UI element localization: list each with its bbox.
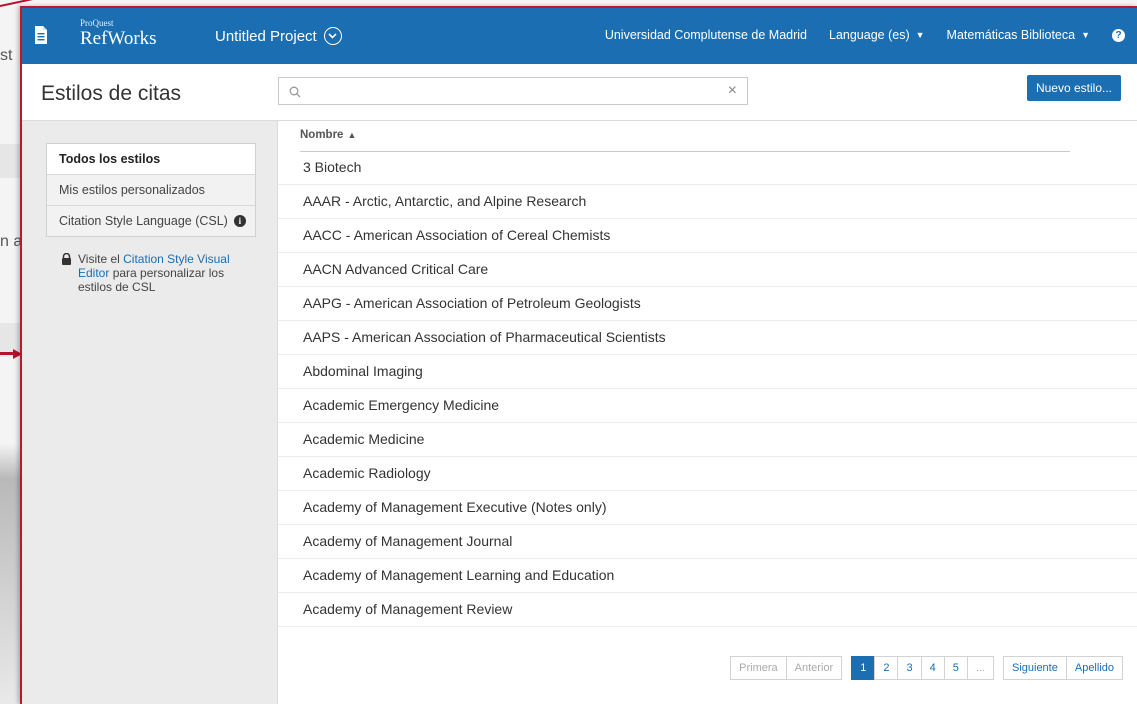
language-label: Language (es) xyxy=(829,28,910,42)
help-icon[interactable]: ? xyxy=(1112,28,1125,42)
logo-refworks: RefWorks xyxy=(80,28,157,49)
annotation-arrow-icon xyxy=(0,349,22,359)
refworks-logo[interactable]: ProQuest RefWorks xyxy=(80,18,157,49)
list-item[interactable]: AACN Advanced Critical Care xyxy=(278,253,1137,287)
new-style-button[interactable]: Nuevo estilo... xyxy=(1026,75,1121,101)
search-input[interactable] xyxy=(309,81,713,103)
list-item[interactable]: AACC - American Association of Cereal Ch… xyxy=(278,219,1137,253)
project-name: Untitled Project xyxy=(215,27,317,45)
list-item[interactable]: Academic Emergency Medicine xyxy=(278,389,1137,423)
chevron-down-circle-icon[interactable] xyxy=(323,27,342,45)
top-right-menu: Universidad Complutense de Madrid Langua… xyxy=(583,28,1125,42)
next-page-button[interactable]: Siguiente xyxy=(1002,656,1067,680)
list-item[interactable]: AAAR - Arctic, Antarctic, and Alpine Res… xyxy=(278,185,1137,219)
caret-down-icon: ▼ xyxy=(1081,30,1090,40)
page-ellipsis: ... xyxy=(966,656,994,680)
list-item[interactable]: Academy of Management Learning and Educa… xyxy=(278,559,1137,593)
page-header: Estilos de citas × Nuevo estilo... xyxy=(22,64,1137,121)
list-item[interactable]: 3 Biotech xyxy=(278,151,1137,185)
sidebar-item-csl[interactable]: Citation Style Language (CSL) i xyxy=(47,205,255,236)
previous-page-button[interactable]: Anterior xyxy=(785,656,843,680)
list-item[interactable]: Abdominal Imaging xyxy=(278,355,1137,389)
logo-proquest: ProQuest xyxy=(80,18,114,28)
styles-list: Nombre ▲ 3 Biotech AAAR - Arctic, Antarct… xyxy=(278,121,1137,704)
list-item[interactable]: Academic Radiology xyxy=(278,457,1137,491)
caret-down-icon: ▼ xyxy=(915,30,925,40)
page-title: Estilos de citas xyxy=(41,82,182,105)
search-box: × xyxy=(278,77,748,105)
sidebar-item-label: Mis estilos personalizados xyxy=(59,183,205,197)
lock-icon xyxy=(61,252,72,268)
language-menu[interactable]: Language (es) ▼ xyxy=(829,28,925,42)
note-prefix: Visite el xyxy=(78,252,124,266)
institution-link[interactable]: Universidad Complutense de Madrid xyxy=(605,28,807,42)
sidebar-item-all-styles[interactable]: Todos los estilos xyxy=(47,144,255,174)
sidebar-item-my-custom-styles[interactable]: Mis estilos personalizados xyxy=(47,174,255,205)
sidebar: Todos los estilos Mis estilos personaliz… xyxy=(22,121,278,704)
list-item[interactable]: AAPS - American Association of Pharmaceu… xyxy=(278,321,1137,355)
background-text-fragment: n a xyxy=(0,233,23,250)
first-page-button[interactable]: Primera xyxy=(730,656,787,680)
pagination: Primera Anterior 1 2 3 4 5 ... Siguiente… xyxy=(730,656,1123,680)
style-filter-menu: Todos los estilos Mis estilos personaliz… xyxy=(46,143,256,237)
sort-ascending-icon: ▲ xyxy=(347,130,357,140)
column-header-label: Nombre xyxy=(300,129,344,141)
list-item[interactable]: AAPG - American Association of Petroleum… xyxy=(278,287,1137,321)
page-button-2[interactable]: 2 xyxy=(874,656,899,680)
style-rows: 3 Biotech AAAR - Arctic, Antarctic, and … xyxy=(278,151,1137,627)
page-button-4[interactable]: 4 xyxy=(920,656,945,680)
search-icon xyxy=(289,85,301,103)
list-item[interactable]: Academy of Management Journal xyxy=(278,525,1137,559)
top-navigation-bar: ProQuest RefWorks Untitled Project Unive… xyxy=(22,8,1137,64)
info-icon[interactable]: i xyxy=(233,215,246,227)
page-button-5[interactable]: 5 xyxy=(943,656,968,680)
list-item[interactable]: Academy of Management Review xyxy=(278,593,1137,627)
column-header-name[interactable]: Nombre ▲ xyxy=(300,129,1070,152)
page-button-3[interactable]: 3 xyxy=(897,656,922,680)
sidebar-item-label: Todos los estilos xyxy=(59,152,161,166)
last-page-button[interactable]: Apellido xyxy=(1065,656,1123,680)
document-icon[interactable] xyxy=(34,25,48,45)
project-selector[interactable]: Untitled Project xyxy=(215,27,342,45)
clear-icon[interactable]: × xyxy=(728,82,737,100)
list-item[interactable]: Academy of Management Executive (Notes o… xyxy=(278,491,1137,525)
library-label: Matemáticas Biblioteca xyxy=(946,28,1076,42)
page-button-1[interactable]: 1 xyxy=(851,656,876,680)
library-menu[interactable]: Matemáticas Biblioteca ▼ xyxy=(947,28,1090,42)
sidebar-item-label: Citation Style Language (CSL) xyxy=(59,214,228,228)
list-item[interactable]: Academic Medicine xyxy=(278,423,1137,457)
csl-editor-note: Visite el Citation Style Visual Editor p… xyxy=(61,252,241,294)
background-text-fragment: st xyxy=(0,47,13,64)
refworks-window: ProQuest RefWorks Untitled Project Unive… xyxy=(20,6,1137,704)
